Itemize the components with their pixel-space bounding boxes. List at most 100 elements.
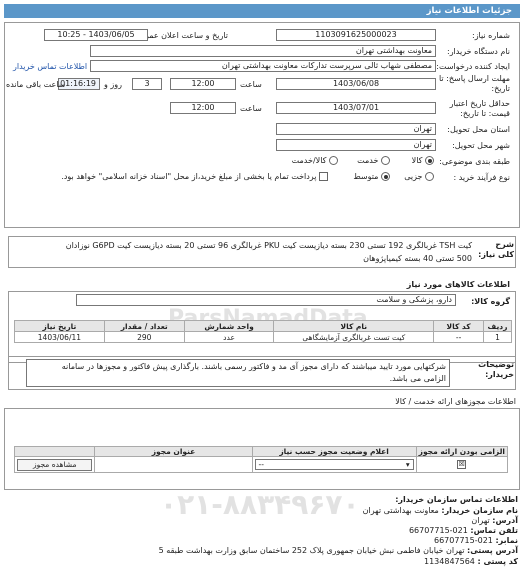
permit-status-value: -- bbox=[258, 460, 264, 469]
col-permit-required: الزامی بودن ارائه مجوز bbox=[415, 446, 509, 457]
contact-address-value: تهران bbox=[471, 516, 490, 525]
col-date: تاریخ نیاز bbox=[14, 320, 105, 332]
radio-goods-service[interactable]: کالا/خدمت bbox=[292, 156, 338, 165]
radio-goods[interactable]: کالا bbox=[412, 156, 434, 165]
col-unit: واحد شمارش bbox=[183, 320, 275, 332]
validity-label-1: حداقل تاریخ اعتبار bbox=[449, 99, 510, 108]
treasury-note: پرداخت تمام یا بخشی از مبلغ خرید،از محل … bbox=[61, 172, 317, 181]
deadline-date-field: 1403/06/08 bbox=[276, 78, 436, 90]
deadline-label-date: تاریخ: bbox=[491, 84, 510, 93]
goods-group-label: گروه کالا: bbox=[471, 297, 510, 306]
notes-line-2: الزامی می باشد. bbox=[389, 374, 446, 383]
treasury-checkbox[interactable]: پرداخت تمام یا بخشی از مبلغ خرید،از محل … bbox=[61, 172, 328, 181]
contact-phone-row: تلفن تماس: 021-66707715 bbox=[409, 526, 518, 535]
view-permit-button[interactable]: مشاهده مجوز bbox=[17, 458, 93, 471]
chevron-down-icon: ▾ bbox=[405, 460, 410, 469]
city-label: شهر محل تحویل: bbox=[452, 141, 510, 150]
permit-title-cell bbox=[94, 456, 253, 473]
contact-fax-value: 021-66707715 bbox=[434, 536, 493, 545]
contact-postal-row: کد پستی : 1134847564 bbox=[424, 557, 518, 566]
cell-code: -- bbox=[433, 331, 485, 343]
province-label: استان محل تحویل: bbox=[447, 125, 510, 134]
permit-status-select[interactable]: ▾ -- bbox=[254, 459, 414, 470]
contact-full-address-row: آدرس پستی: تهران خیابان فاطمی نبش خیابان… bbox=[159, 546, 518, 555]
table-row[interactable]: ☒ ▾ -- مشاهده مجوز bbox=[13, 456, 509, 473]
need-number-label: شماره نیاز: bbox=[472, 31, 510, 40]
contact-phone-value: 021-66707715 bbox=[408, 526, 468, 535]
contact-full-address-value: تهران خیابان فاطمی نبش خیابان جمهوری پلا… bbox=[158, 546, 465, 555]
validity-label-2: قیمت: تا تاریخ: bbox=[460, 109, 510, 118]
permit-view-cell: مشاهده مجوز bbox=[13, 456, 96, 473]
buyer-label: نام دستگاه خریدار: bbox=[447, 47, 510, 56]
radio-service-label: خدمت bbox=[357, 156, 379, 165]
cell-unit: عدد bbox=[183, 331, 275, 343]
contact-phone-label: تلفن تماس: bbox=[470, 526, 518, 535]
contact-fax-label: نمابر: bbox=[495, 536, 518, 545]
permit-required-cell: ☒ bbox=[415, 456, 509, 473]
radio-goods-service-icon bbox=[329, 156, 338, 165]
category-label: طبقه بندی موضوعی: bbox=[439, 157, 510, 166]
radio-partial[interactable]: جزیی bbox=[404, 172, 434, 181]
contact-postal-value: 1134847564 bbox=[424, 557, 475, 566]
remaining-label: ساعت باقی مانده bbox=[6, 80, 66, 89]
radio-service-icon bbox=[381, 156, 390, 165]
cell-row: 1 bbox=[483, 331, 512, 343]
deadline-time-field: 12:00 bbox=[170, 78, 236, 90]
permit-required-checkbox-icon[interactable]: ☒ bbox=[457, 460, 467, 470]
col-permit-title: عنوان مجوز bbox=[94, 446, 253, 457]
validity-time-label: ساعت bbox=[240, 104, 262, 113]
creator-field: مصطفی شهاب ثالی سرپرست تدارکات معاونت به… bbox=[90, 60, 436, 72]
radio-service[interactable]: خدمت bbox=[357, 156, 390, 165]
notes-line-1: شرکتهایی مورد تایید میباشند که دارای مجو… bbox=[61, 362, 446, 371]
col-code: کد کالا bbox=[433, 320, 485, 332]
col-permit-status: اعلام وضعیت مجوز حسب نیاز bbox=[251, 446, 417, 457]
goods-group-field: دارو، پزشکی و سلامت bbox=[76, 294, 456, 306]
permits-section-title: اطلاعات مجوزهای ارائه خدمت / کالا bbox=[395, 397, 516, 406]
notes-field: شرکتهایی مورد تایید میباشند که دارای مجو… bbox=[26, 359, 450, 387]
need-number-field: 1103091625000023 bbox=[276, 29, 436, 41]
validity-date-field: 1403/07/01 bbox=[276, 102, 436, 114]
col-permit-view bbox=[13, 446, 96, 457]
radio-goods-icon bbox=[425, 156, 434, 165]
deadline-time-label: ساعت bbox=[240, 80, 262, 89]
province-field: تهران bbox=[276, 123, 436, 135]
contact-org-value: معاونت بهداشتی تهران bbox=[362, 506, 439, 515]
contact-section-title: اطلاعات تماس سازمان خریدار: bbox=[395, 495, 518, 504]
radio-partial-label: جزیی bbox=[404, 172, 423, 181]
watermark-phone: ۰۲۱-۸۸۳۴۹۶۷۰ bbox=[160, 488, 360, 521]
creator-label: ایجاد کننده درخواست: bbox=[436, 62, 510, 71]
table-row[interactable]: 1 -- کیت تست غربالگری آزمایشگاهی عدد 290… bbox=[14, 331, 512, 343]
permit-status-cell: ▾ -- bbox=[251, 456, 417, 473]
summary-label: شرح کلی نیاز: bbox=[478, 240, 514, 259]
radio-goods-service-label: کالا/خدمت bbox=[291, 156, 327, 165]
radio-partial-icon bbox=[425, 172, 434, 181]
goods-section-title: اطلاعات کالاهای مورد نیاز bbox=[406, 280, 510, 289]
contact-postal-label: کد پستی : bbox=[477, 557, 518, 566]
summary-line-1: کیت TSH غربالگری 192 تستی 230 بسته دیازی… bbox=[65, 241, 472, 250]
process-label: نوع فرآیند خرید : bbox=[453, 173, 510, 182]
cell-qty: 290 bbox=[103, 331, 185, 343]
contact-address-label: آدرس: bbox=[492, 516, 518, 525]
contact-org-row: نام سازمان خریدار: معاونت بهداشتی تهران bbox=[363, 506, 518, 515]
col-qty: تعداد / مقدار bbox=[103, 320, 185, 332]
summary-line-2: 500 تستی 40 بسته کیمیاپژوهان bbox=[363, 254, 472, 263]
radio-goods-label: کالا bbox=[411, 156, 423, 165]
buyer-contact-link[interactable]: اطلاعات تماس خریدار bbox=[13, 62, 87, 71]
permits-table: الزامی بودن ارائه مجوز اعلام وضعیت مجوز … bbox=[13, 446, 509, 473]
days-field: 3 bbox=[132, 78, 162, 90]
goods-table: ردیف کد کالا نام کالا واحد شمارش تعداد /… bbox=[14, 320, 512, 343]
radio-medium-icon bbox=[381, 172, 390, 181]
days-label: روز و bbox=[104, 80, 122, 89]
buyer-field: معاونت بهداشتی تهران bbox=[90, 45, 436, 57]
cell-name: کیت تست غربالگری آزمایشگاهی bbox=[273, 331, 435, 343]
contact-org-label: نام سازمان خریدار: bbox=[441, 506, 518, 515]
radio-medium-label: متوسط bbox=[353, 172, 379, 181]
contact-address-row: آدرس: تهران bbox=[471, 516, 518, 525]
col-name: نام کالا bbox=[273, 320, 435, 332]
radio-medium[interactable]: متوسط bbox=[353, 172, 390, 181]
cell-date: 1403/06/11 bbox=[14, 331, 105, 343]
col-row: ردیف bbox=[483, 320, 512, 332]
treasury-checkbox-icon bbox=[319, 172, 328, 181]
contact-full-address-label: آدرس پستی: bbox=[467, 546, 518, 555]
validity-time-field: 12:00 bbox=[170, 102, 236, 114]
